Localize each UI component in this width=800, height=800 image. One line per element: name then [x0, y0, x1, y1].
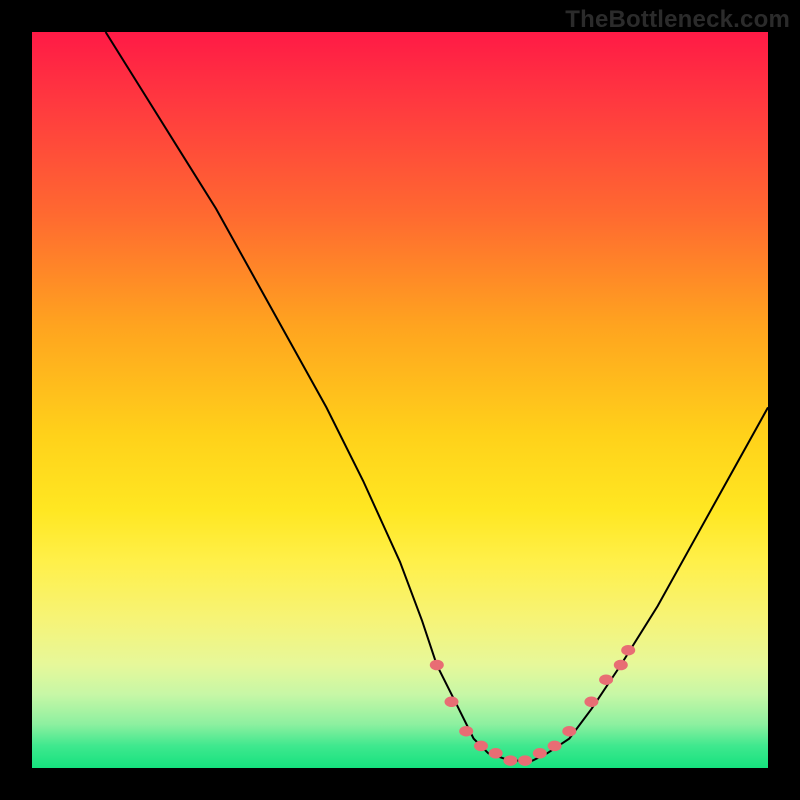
- chart-marker: [503, 755, 517, 766]
- chart-markers: [430, 645, 635, 766]
- chart-plot-area: [32, 32, 768, 768]
- chart-marker: [430, 660, 444, 671]
- chart-marker: [614, 660, 628, 671]
- chart-marker: [459, 726, 473, 737]
- chart-marker: [518, 755, 532, 766]
- chart-marker: [489, 748, 503, 759]
- brand-watermark: TheBottleneck.com: [565, 6, 790, 34]
- chart-marker: [621, 645, 635, 656]
- chart-marker: [562, 726, 576, 737]
- chart-svg: [32, 32, 768, 768]
- chart-marker: [599, 674, 613, 685]
- chart-frame: TheBottleneck.com: [0, 0, 800, 800]
- chart-curve: [106, 32, 768, 761]
- chart-marker: [584, 697, 598, 708]
- chart-marker: [445, 697, 459, 708]
- chart-marker: [474, 741, 488, 752]
- chart-marker: [533, 748, 547, 759]
- chart-marker: [548, 741, 562, 752]
